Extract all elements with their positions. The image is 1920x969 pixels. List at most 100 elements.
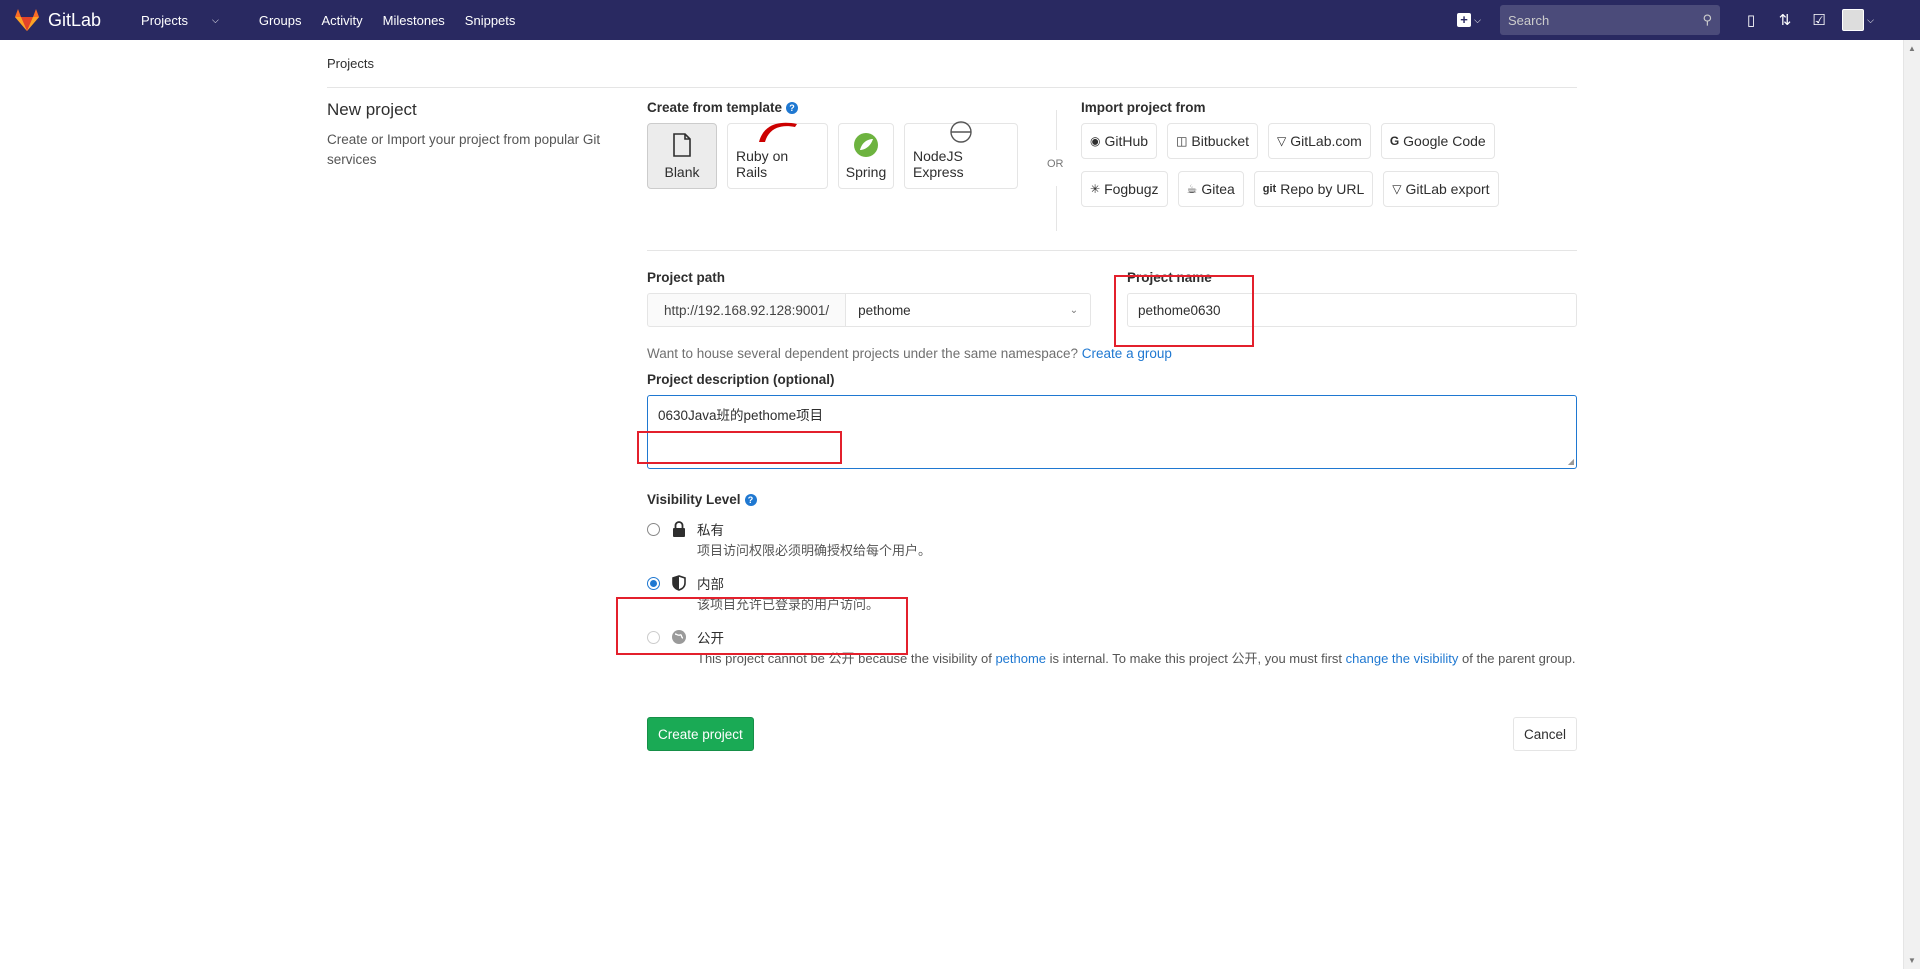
todos-button[interactable]: ☑ — [1802, 5, 1836, 35]
import-repo-url-label: Repo by URL — [1280, 181, 1365, 197]
merge-request-icon: ⇅ — [1778, 12, 1792, 29]
nav-projects[interactable]: Projects ⌵ — [141, 13, 239, 28]
user-menu-button[interactable]: ⌵ — [1836, 5, 1880, 35]
or-text: OR — [1047, 158, 1064, 170]
breadcrumb: Projects — [327, 40, 1577, 88]
help-icon[interactable]: ? — [744, 494, 757, 506]
bug-icon: ✳ — [1090, 182, 1101, 196]
merge-requests-button[interactable]: ⇅ — [1768, 5, 1802, 35]
template-express-label: NodeJS Express — [913, 148, 964, 180]
namespace-hint: Want to house several dependent projects… — [647, 346, 1172, 361]
gitlab-logo[interactable]: GitLab — [14, 8, 101, 32]
import-fogbugz-label: Fogbugz — [1104, 181, 1159, 197]
express-icon — [950, 121, 972, 143]
nav-snippets[interactable]: Snippets — [465, 13, 516, 28]
gitlab-icon: ▽ — [1392, 182, 1402, 196]
visibility-private-radio[interactable] — [647, 523, 660, 536]
import-gitlab-com-label: GitLab.com — [1290, 133, 1362, 149]
nav-activity[interactable]: Activity — [321, 13, 362, 28]
import-bitbucket-button[interactable]: ◫ Bitbucket — [1167, 123, 1258, 159]
project-url-prefix: http://192.168.92.128:9001/ — [647, 293, 847, 327]
nav-milestones[interactable]: Milestones — [383, 13, 445, 28]
import-bitbucket-label: Bitbucket — [1191, 133, 1249, 149]
chevron-down-icon: ⌄ — [1069, 304, 1079, 316]
import-fogbugz-button[interactable]: ✳ Fogbugz — [1081, 171, 1168, 207]
change-visibility-link[interactable]: change the visibility — [1346, 651, 1459, 666]
main-nav: Projects ⌵ Groups Activity Milestones Sni… — [141, 13, 535, 28]
import-section: Import project from ◉ GitHub ◫ Bitbucket ▽… — [1081, 100, 1509, 207]
import-gitlab-export-button[interactable]: ▽ GitLab export — [1383, 171, 1499, 207]
project-description-label: Project description (optional) — [647, 372, 835, 387]
namespace-hint-text: Want to house several dependent projects… — [647, 346, 1079, 361]
import-gitea-button[interactable]: ☕ Gitea — [1177, 171, 1244, 207]
public-desc-part-1: This project cannot be 公开 because the vi… — [697, 651, 992, 666]
import-gitlab-com-button[interactable]: ▽ GitLab.com — [1268, 123, 1371, 159]
import-github-label: GitHub — [1104, 133, 1149, 149]
visibility-section: Visibility Level? 私有 项目访问权限必须明确授权给每个用户。 … — [647, 492, 1577, 669]
project-description-input[interactable]: 0630Java班的pethome项目 ◢ — [647, 395, 1577, 469]
visibility-public-radio[interactable] — [647, 631, 660, 644]
resize-grip-icon[interactable]: ◢ — [1568, 457, 1574, 466]
template-nodejs-express[interactable]: NodeJS Express — [904, 121, 1018, 189]
github-icon: ◉ — [1090, 134, 1101, 148]
visibility-public-title: 公开 — [697, 631, 724, 646]
nav-groups[interactable]: Groups — [259, 13, 302, 28]
search-icon: ⚲ — [1702, 12, 1712, 27]
template-spring-label: Spring — [845, 164, 887, 180]
template-blank-label: Blank — [664, 164, 700, 180]
content-container: Projects New project Create or Import yo… — [327, 40, 1577, 751]
visibility-private-title: 私有 — [697, 523, 724, 538]
public-desc-part-3: of the parent group. — [1462, 651, 1576, 666]
gitlab-tanuki-icon — [15, 9, 39, 31]
template-blank[interactable]: Blank — [647, 123, 717, 189]
visibility-internal-option: 内部 该项目允许已登录的用户访问。 — [647, 575, 1577, 615]
gitea-icon: ☕ — [1186, 182, 1198, 196]
import-repo-by-url-button[interactable]: git Repo by URL — [1253, 171, 1374, 207]
chevron-down-icon: ⌵ — [1867, 14, 1874, 25]
parent-group-link[interactable]: pethome — [995, 651, 1046, 666]
git-icon: git — [1262, 183, 1277, 195]
project-name-section: Project name pethome0630 — [1127, 270, 1577, 327]
plus-square-icon: + — [1457, 13, 1472, 27]
sidebar-toggle-button[interactable]: ▯ — [1734, 5, 1768, 35]
cancel-button[interactable]: Cancel — [1512, 717, 1577, 751]
section-divider — [647, 250, 1577, 251]
new-project-form: Create from template? Blank Ruby on Rail… — [647, 100, 1577, 751]
help-icon[interactable]: ? — [786, 102, 799, 114]
visibility-internal-radio[interactable] — [647, 577, 660, 590]
public-desc-part-2: is internal. To make this project 公开, yo… — [1049, 651, 1343, 666]
nav-projects-label: Projects — [141, 12, 189, 28]
new-dropdown-button[interactable]: + ⌵ — [1452, 5, 1486, 35]
google-icon: G — [1389, 134, 1400, 148]
brand-name: GitLab — [48, 9, 102, 30]
template-ruby-on-rails[interactable]: Ruby on Rails — [727, 122, 828, 189]
breadcrumb-projects[interactable]: Projects — [327, 56, 374, 71]
project-name-label: Project name — [1127, 270, 1212, 285]
page-description: Create or Import your project from popul… — [327, 132, 601, 167]
project-description-value: 0630Java班的pethome项目 — [658, 408, 824, 423]
import-github-button[interactable]: ◉ GitHub — [1081, 123, 1158, 159]
visibility-internal-desc: 该项目允许已登录的用户访问。 — [697, 597, 880, 612]
gitlab-icon: ▽ — [1277, 134, 1287, 148]
template-spring[interactable]: Spring — [838, 123, 894, 189]
namespace-select[interactable]: pethome ⌄ — [846, 293, 1092, 327]
top-navbar: GitLab Projects ⌵ Groups Activity Milesto… — [0, 0, 1920, 40]
project-name-input[interactable]: pethome0630 — [1127, 293, 1577, 327]
create-group-link[interactable]: Create a group — [1082, 346, 1172, 361]
page-scrollbar[interactable]: ▲ ▼ — [1903, 40, 1920, 969]
project-path-section: Project path http://192.168.92.128:9001/… — [647, 270, 1577, 327]
import-google-code-button[interactable]: G Google Code — [1380, 123, 1495, 159]
bitbucket-icon: ◫ — [1176, 134, 1188, 148]
create-project-button[interactable]: Create project — [647, 717, 754, 751]
page-intro: New project Create or Import your projec… — [327, 100, 627, 170]
search-input[interactable]: Search ⚲ — [1500, 5, 1720, 35]
visibility-private-option: 私有 项目访问权限必须明确授权给每个用户。 — [647, 521, 1577, 561]
scroll-down-icon[interactable]: ▼ — [1908, 956, 1916, 965]
or-divider: OR — [1047, 110, 1065, 231]
visibility-label: Visibility Level — [647, 492, 741, 507]
page-title: New project — [327, 100, 417, 119]
scroll-up-icon[interactable]: ▲ — [1908, 44, 1916, 53]
check-square-icon: ☑ — [1812, 12, 1826, 29]
sidebar-icon: ▯ — [1746, 12, 1756, 29]
import-gitlab-export-label: GitLab export — [1405, 181, 1490, 197]
